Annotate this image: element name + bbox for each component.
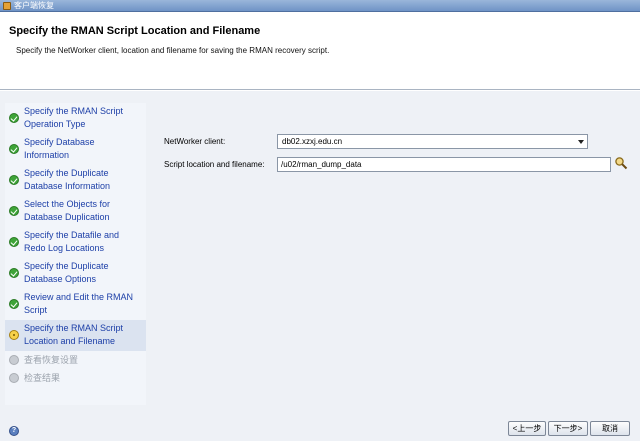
back-button[interactable]: <上一步 xyxy=(508,421,546,436)
cancel-button[interactable]: 取消 xyxy=(590,421,630,436)
step-label: Specify the Duplicate Database Informati… xyxy=(24,168,111,191)
step-label: Specify the Duplicate Database Options xyxy=(24,261,109,284)
check-icon xyxy=(9,175,19,185)
step-label: Specify the Datafile and Redo Log Locati… xyxy=(24,230,120,253)
networker-client-label: NetWorker client: xyxy=(164,137,226,146)
title-bar: 客户端恢复 xyxy=(0,0,640,12)
check-icon xyxy=(9,237,19,247)
step-label: 检查结果 xyxy=(24,373,61,383)
step-item-duplicate-database-options[interactable]: Specify the Duplicate Database Options xyxy=(5,258,146,289)
script-location-label: Script location and filename: xyxy=(164,160,265,169)
wizard-header: Specify the RMAN Script Location and Fil… xyxy=(0,12,640,90)
step-item-script-location[interactable]: Specify the RMAN Script Location and Fil… xyxy=(5,320,146,351)
help-icon[interactable]: ? xyxy=(9,426,19,436)
step-item-view-recovery-settings: 查看恢复设置 xyxy=(5,352,146,369)
step-item-duplicate-database-information[interactable]: Specify the Duplicate Database Informati… xyxy=(5,165,146,196)
networker-client-value: db02.xzxj.edu.cn xyxy=(282,137,343,146)
next-button[interactable]: 下一步> xyxy=(548,421,588,436)
step-label: Select the Objects for Database Duplicat… xyxy=(24,199,111,222)
check-icon xyxy=(9,206,19,216)
step-item-operation-type[interactable]: Specify the RMAN Script Operation Type xyxy=(5,103,146,134)
step-label: Specify the RMAN Script Location and Fil… xyxy=(24,323,124,346)
script-location-input[interactable] xyxy=(281,159,607,170)
chevron-down-icon xyxy=(578,140,584,144)
step-label: Review and Edit the RMAN Script xyxy=(24,292,134,315)
networker-client-select[interactable]: db02.xzxj.edu.cn xyxy=(277,134,588,149)
app-icon xyxy=(3,2,11,10)
browse-icon[interactable] xyxy=(614,156,628,170)
pending-step-icon xyxy=(9,355,19,365)
script-location-field[interactable] xyxy=(277,157,611,172)
page-title: Specify the RMAN Script Location and Fil… xyxy=(9,25,261,37)
step-label: 查看恢复设置 xyxy=(24,355,79,365)
step-item-select-objects[interactable]: Select the Objects for Database Duplicat… xyxy=(5,196,146,227)
page-description: Specify the NetWorker client, location a… xyxy=(16,46,330,55)
check-icon xyxy=(9,268,19,278)
step-label: Specify the RMAN Script Operation Type xyxy=(24,106,124,129)
step-item-check-results: 检查结果 xyxy=(5,370,146,387)
step-label: Specify Database Information xyxy=(24,137,95,160)
wizard-body: Specify the RMAN Script Operation Type S… xyxy=(0,91,640,441)
window-title: 客户端恢复 xyxy=(14,1,54,10)
current-step-icon xyxy=(9,330,19,340)
step-list: Specify the RMAN Script Operation Type S… xyxy=(5,103,146,405)
step-item-database-information[interactable]: Specify Database Information xyxy=(5,134,146,165)
check-icon xyxy=(9,113,19,123)
pending-step-icon xyxy=(9,373,19,383)
check-icon xyxy=(9,144,19,154)
step-item-review-script[interactable]: Review and Edit the RMAN Script xyxy=(5,289,146,320)
check-icon xyxy=(9,299,19,309)
step-item-datafile-redo-locations[interactable]: Specify the Datafile and Redo Log Locati… xyxy=(5,227,146,258)
